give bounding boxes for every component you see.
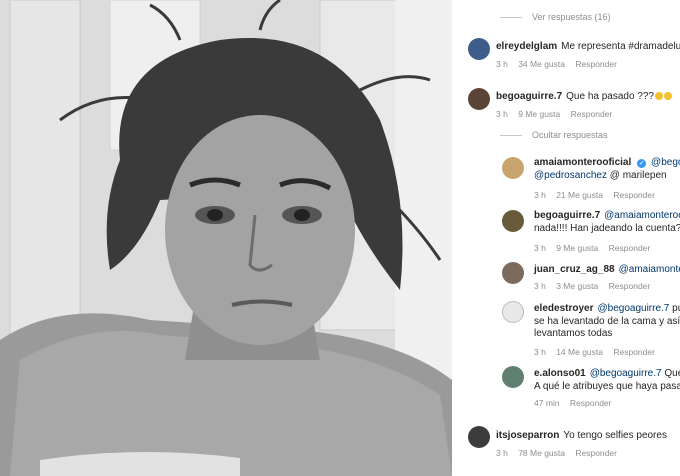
reply-time: 47 min — [534, 398, 560, 408]
hide-replies-label: Ocultar respuestas — [532, 130, 608, 140]
comment-likes[interactable]: 9 Me gusta — [518, 109, 560, 119]
comment-likes[interactable]: 34 Me gusta — [518, 59, 565, 69]
reply-mention[interactable]: @amaiamonteroo — [604, 210, 680, 221]
reply-likes[interactable]: 3 Me gusta — [556, 281, 598, 291]
avatar[interactable] — [502, 366, 524, 388]
comment-time: 3 h — [496, 448, 508, 458]
avatar[interactable] — [502, 157, 524, 179]
comment-likes[interactable]: 78 Me gusta — [518, 448, 565, 458]
reply-button[interactable]: Responder — [575, 59, 617, 69]
reply-likes[interactable]: 21 Me gusta — [556, 190, 603, 200]
reply-username[interactable]: eledestroyer — [534, 303, 593, 314]
reply-item: amaiamonterooficial ✓ @begoa @pedrosanche… — [452, 153, 680, 203]
verified-badge-icon: ✓ — [637, 159, 647, 168]
view-replies-button[interactable]: Ver respuestas (16) — [500, 12, 611, 22]
hide-replies-button[interactable]: Ocultar respuestas — [500, 130, 608, 140]
reply-button[interactable]: Responder — [575, 448, 617, 458]
avatar[interactable] — [468, 426, 490, 448]
avatar[interactable] — [502, 210, 524, 232]
reply-mention[interactable]: @begoaguirre.7 — [590, 368, 662, 379]
astonished-emoji-icon — [664, 92, 672, 100]
comment-item: itsjoseparron Yo tengo selfies peores 3 h… — [452, 424, 680, 466]
reply-item: e.alonso01 @begoaguirre.7 Qué A qué le at… — [452, 364, 680, 414]
comment-username[interactable]: begoaguirre.7 — [496, 91, 562, 102]
divider-line — [500, 16, 522, 18]
reply-button[interactable]: Responder — [613, 190, 655, 200]
reply-button[interactable]: Responder — [609, 281, 651, 291]
reply-time: 3 h — [534, 243, 546, 253]
reply-time: 3 h — [534, 347, 546, 357]
reply-time: 3 h — [534, 190, 546, 200]
portrait-illustration — [0, 0, 452, 476]
comment-item: elreydelglam Me representa #dramadelun 3 … — [452, 34, 680, 74]
reply-item: juan_cruz_ag_88 @amaiamonte 3 h 3 Me gust… — [452, 260, 680, 296]
reply-text: Qué — [664, 368, 680, 379]
reply-text: pu — [672, 303, 680, 314]
reply-button[interactable]: Responder — [613, 347, 655, 357]
reply-text: nada!!!! Han jadeando la cuenta? — [534, 223, 680, 234]
reply-username[interactable]: juan_cruz_ag_88 — [534, 264, 615, 275]
comment-time: 3 h — [496, 59, 508, 69]
reply-likes[interactable]: 14 Me gusta — [556, 347, 603, 357]
astonished-emoji-icon — [655, 92, 663, 100]
comment-time: 3 h — [496, 109, 508, 119]
divider-line — [500, 134, 522, 136]
reply-mention[interactable]: @begoaguirre.7 — [597, 303, 669, 314]
reply-button[interactable]: Responder — [609, 243, 651, 253]
reply-text: @ marilepen — [609, 170, 667, 181]
comment-text: Yo tengo selfies peores — [563, 430, 667, 441]
comment-text: Me representa #dramadelun — [561, 41, 680, 52]
reply-item: begoaguirre.7 @amaiamonteroo nada!!!! Han… — [452, 206, 680, 256]
reply-likes[interactable]: 9 Me gusta — [556, 243, 598, 253]
reply-button[interactable]: Responder — [570, 398, 612, 408]
reply-mention[interactable]: @begoa — [651, 157, 680, 168]
avatar[interactable] — [468, 88, 490, 110]
post-photo — [0, 0, 452, 476]
reply-username[interactable]: begoaguirre.7 — [534, 210, 600, 221]
comment-text: Que ha pasado ??? — [566, 91, 654, 102]
avatar[interactable] — [502, 301, 524, 323]
reply-time: 3 h — [534, 281, 546, 291]
reply-button[interactable]: Responder — [571, 109, 613, 119]
comments-panel: Ver respuestas (16) elreydelglam Me repre… — [452, 0, 680, 476]
avatar[interactable] — [502, 262, 524, 284]
reply-item: eledestroyer @begoaguirre.7 pu se ha leva… — [452, 299, 680, 361]
reply-username[interactable]: e.alonso01 — [534, 368, 586, 379]
avatar[interactable] — [468, 38, 490, 60]
reply-text: se ha levantado de la cama y así — [534, 316, 680, 327]
reply-mention[interactable]: @pedrosanchez — [534, 170, 607, 181]
comment-username[interactable]: elreydelglam — [496, 41, 557, 52]
comment-item: begoaguirre.7 Que ha pasado ??? 3 h 9 Me … — [452, 84, 680, 124]
view-replies-label: Ver respuestas (16) — [532, 12, 611, 22]
reply-text: A qué le atribuyes que haya pasa — [534, 381, 680, 392]
reply-text: levantamos todas — [534, 328, 613, 339]
reply-username[interactable]: amaiamonterooficial — [534, 157, 631, 168]
comment-username[interactable]: itsjoseparron — [496, 430, 559, 441]
reply-mention[interactable]: @amaiamonte — [619, 264, 680, 275]
